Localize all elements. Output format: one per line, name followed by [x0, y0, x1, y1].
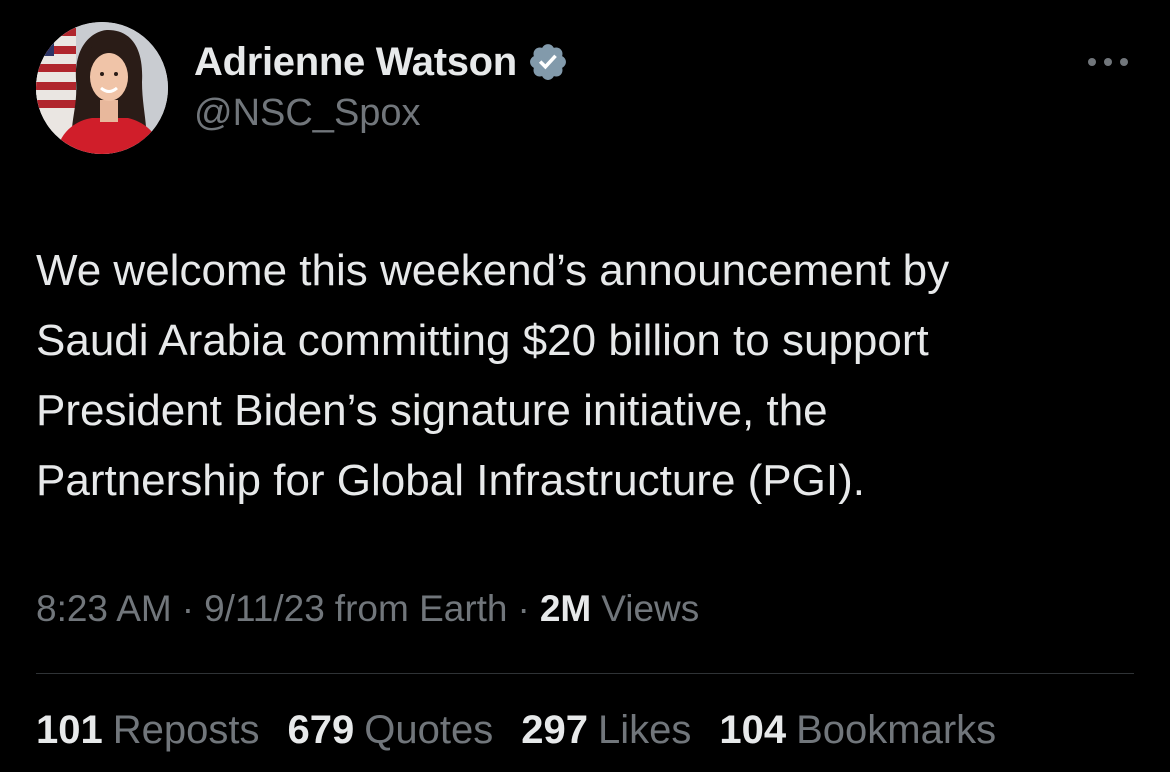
- tweet-detail: Adrienne Watson @NSC_Spox We welcome thi…: [0, 0, 1170, 772]
- tweet-meta: 8:23 AM · 9/11/23 from Earth · 2M Views: [36, 588, 699, 630]
- divider: [36, 673, 1134, 674]
- author-name-row: Adrienne Watson: [194, 38, 569, 86]
- stat-label: Reposts: [112, 708, 260, 752]
- stat-label: Bookmarks: [796, 708, 997, 752]
- stat-count: 101: [36, 708, 103, 752]
- stat-count: 297: [521, 708, 588, 752]
- tweet-text: We welcome this weekend’s announcement b…: [36, 246, 950, 505]
- author-block: Adrienne Watson @NSC_Spox: [194, 38, 569, 135]
- stat-count: 679: [287, 708, 355, 752]
- stat-likes[interactable]: 297 Likes: [521, 708, 691, 753]
- views-count[interactable]: 2M: [540, 588, 591, 630]
- stat-bookmarks[interactable]: 104 Bookmarks: [719, 708, 996, 753]
- author-display-name[interactable]: Adrienne Watson: [194, 40, 517, 85]
- stat-quotes[interactable]: 679 Quotes: [288, 708, 494, 753]
- avatar[interactable]: [36, 22, 168, 154]
- more-horizontal-icon[interactable]: [1086, 50, 1130, 74]
- stat-count: 104: [719, 708, 787, 752]
- avatar-image: [36, 22, 168, 154]
- author-handle[interactable]: @NSC_Spox: [194, 92, 569, 135]
- meta-separator: ·: [181, 588, 195, 629]
- stat-reposts[interactable]: 101 Reposts: [36, 708, 260, 753]
- tweet-source: from Earth: [334, 588, 508, 629]
- views-label[interactable]: Views: [601, 588, 699, 630]
- tweet-date[interactable]: 9/11/23: [204, 588, 325, 630]
- stat-label: Likes: [597, 708, 692, 752]
- verified-badge-icon[interactable]: [527, 41, 569, 83]
- engagement-stats: 101 Reposts 679 Quotes 297 Likes 104 Bookmar…: [36, 708, 1024, 753]
- tweet-time[interactable]: 8:23 AM: [36, 588, 172, 630]
- stat-label: Quotes: [364, 708, 494, 752]
- meta-separator: ·: [517, 588, 530, 629]
